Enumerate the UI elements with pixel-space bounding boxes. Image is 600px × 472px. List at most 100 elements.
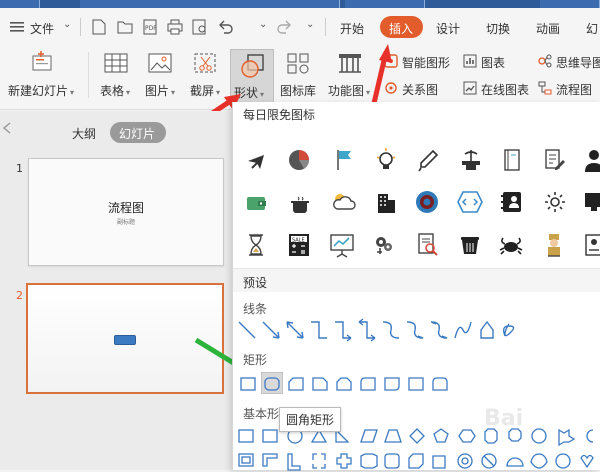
pie-chart-icon[interactable] [287,148,311,172]
mind-map-button[interactable]: 思维导图 [556,54,600,71]
buildings-icon[interactable] [375,190,397,214]
tab-design[interactable]: 设计 [436,20,460,37]
syringe-icon[interactable] [417,148,439,172]
l-shape[interactable] [287,453,301,471]
round-single-corner-rectangle-shape[interactable] [360,377,376,391]
diamond-shape[interactable] [409,428,425,444]
curved-arrow-connector-shape[interactable] [406,321,424,339]
arrow-line-shape[interactable] [262,321,280,339]
new-slide-button[interactable]: 新建幻灯片 ▾ [8,82,74,99]
curve-shape[interactable] [454,321,472,339]
tab-home[interactable]: 开始 [340,20,364,37]
block-arc-shape[interactable] [506,457,524,467]
tab-insert[interactable]: 插入 [380,16,423,38]
scribble-shape[interactable] [502,323,515,337]
title-tab[interactable] [540,0,600,8]
chart-button[interactable]: 图表 [481,54,505,71]
weather-cloud-icon[interactable] [331,190,357,214]
tab-outline[interactable]: 大纲 [72,125,96,142]
folded-corner-shape[interactable] [530,453,548,469]
relation-map-button[interactable]: 关系图 [402,81,438,98]
function-chart-button[interactable]: 功能图 ▾ [328,82,370,99]
title-tab[interactable] [345,0,425,8]
new-slide-icon[interactable] [30,50,54,72]
collapse-panel-icon[interactable] [0,121,12,135]
dodecagon-shape[interactable] [558,428,576,447]
tab-slideshow[interactable]: 幻 [586,20,598,37]
round-diagonal-rectangle-shape[interactable] [384,377,400,391]
id-card-icon[interactable] [583,232,600,258]
chevron-down-icon[interactable]: ⌄ [259,19,267,30]
picture-icon[interactable] [148,52,172,74]
snip-corner-rectangle-shape[interactable] [288,377,304,391]
pentagon-shape[interactable] [433,428,449,443]
edit-document-icon[interactable] [543,148,565,172]
snip-single-corner-rectangle-shape[interactable] [312,377,328,391]
export-pdf-icon[interactable]: PDF [142,19,158,35]
curved-double-arrow-connector-shape[interactable] [430,321,448,339]
sale-calculator-icon[interactable]: SALE [287,232,311,258]
tab-animation[interactable]: 动画 [536,20,560,37]
icon-library-button[interactable]: 图标库 [280,82,316,99]
table-button[interactable]: 表格 ▾ [100,82,130,99]
monitor-icon[interactable] [583,190,600,214]
brain-gears-icon[interactable] [373,234,395,256]
curved-connector-shape[interactable] [382,321,400,339]
document-search-icon[interactable] [417,232,439,258]
hexagon-code-icon[interactable] [457,190,483,214]
half-frame-shape[interactable] [262,453,278,467]
chevron-down-icon[interactable]: ⌄ [306,19,314,30]
redo-icon[interactable] [276,19,292,35]
trapezoid-shape[interactable] [384,429,402,443]
round-same-side-rectangle-shape[interactable] [432,377,448,391]
vertical-text-box-shape[interactable] [262,429,278,443]
slide-thumbnail-1[interactable]: 流程图 副标题 [28,158,224,266]
donut-shape[interactable] [457,453,473,469]
print-icon[interactable] [167,19,183,35]
preview-icon[interactable] [192,19,208,35]
soldier-icon[interactable] [543,232,565,258]
lightbulb-icon[interactable] [375,148,397,172]
scissors-icon[interactable] [193,52,217,74]
cube-shape[interactable] [408,453,424,469]
hexagon-shape[interactable] [458,429,476,443]
chevron-down-icon[interactable]: ⌄ [63,19,71,30]
elbow-double-arrow-connector-shape[interactable] [358,318,376,342]
airplane-icon[interactable] [245,150,267,172]
freeform-shape[interactable] [480,320,494,339]
wastebasket-icon[interactable] [459,234,481,256]
cooking-pot-icon[interactable] [289,194,311,214]
double-arrow-line-shape[interactable] [286,321,304,339]
frame-shape[interactable] [238,453,254,467]
line-shape[interactable] [238,321,256,339]
tab-transition[interactable]: 切换 [486,20,510,37]
file-menu[interactable]: 文件 [30,20,54,37]
snip-same-side-rectangle-shape[interactable] [336,377,352,391]
rounded-rect-shape[interactable] [114,335,136,345]
online-chart-button[interactable]: 在线图表 [481,81,529,98]
sun-icon[interactable] [545,192,565,212]
target-icon[interactable] [415,190,439,214]
notebook-icon[interactable] [501,148,523,172]
fountain-icon[interactable] [459,148,483,172]
crab-icon[interactable] [499,234,523,256]
presentation-board-icon[interactable] [329,232,355,258]
tab-slides[interactable]: 幻灯片 [110,122,166,143]
hamburger-icon[interactable] [10,21,24,33]
screenshot-button[interactable]: 截屏 ▾ [190,82,220,99]
heptagon-shape[interactable] [484,428,498,444]
diagonal-stripe-shape[interactable] [312,453,326,469]
table-icon[interactable] [104,52,128,74]
rectangle-shape[interactable] [240,377,256,391]
pie-shape[interactable] [586,429,594,443]
open-folder-icon[interactable] [117,19,133,35]
bevel-shape[interactable] [432,455,446,469]
flag-icon[interactable] [333,148,355,172]
undo-icon[interactable] [218,19,234,35]
function-chart-icon[interactable] [337,50,363,74]
title-tab[interactable] [0,0,40,8]
title-tab[interactable] [80,0,340,8]
person-icon[interactable] [583,148,600,172]
plus-shape[interactable] [336,453,352,469]
new-doc-icon[interactable] [92,19,106,35]
